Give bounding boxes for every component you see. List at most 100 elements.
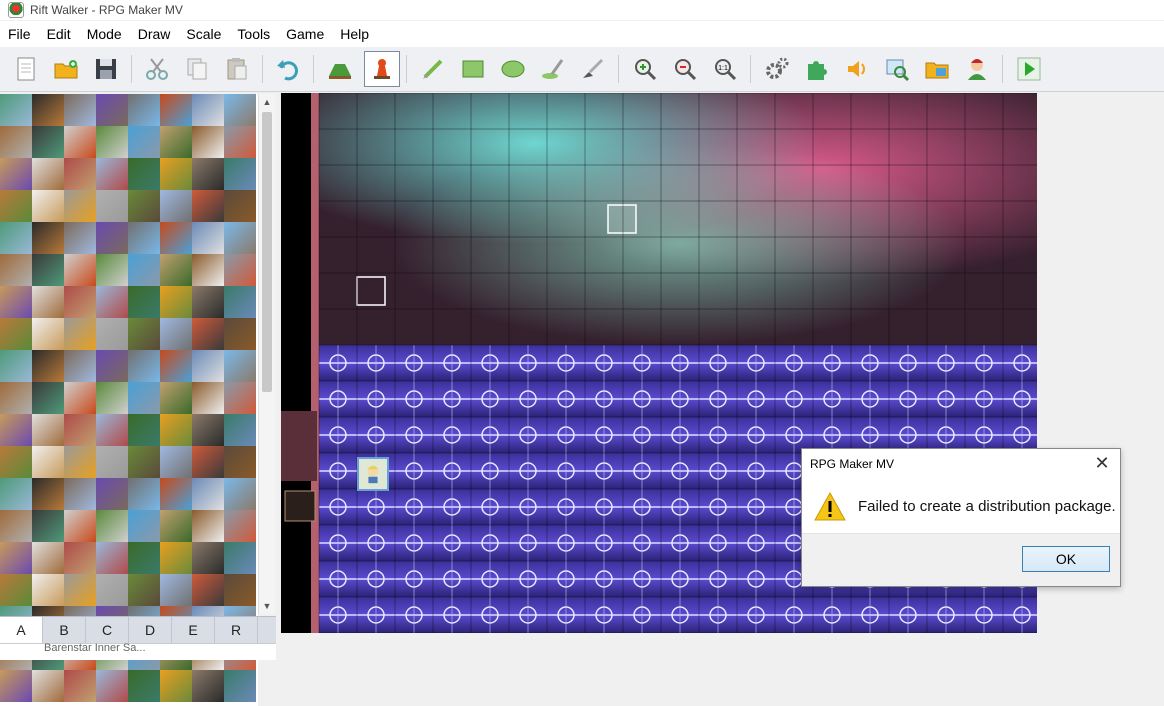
tile-swatch[interactable] bbox=[64, 542, 96, 574]
ellipse-button[interactable] bbox=[496, 52, 530, 86]
tile-swatch[interactable] bbox=[160, 542, 192, 574]
tile-swatch[interactable] bbox=[32, 94, 64, 126]
tile-swatch[interactable] bbox=[0, 286, 32, 318]
tile-swatch[interactable] bbox=[32, 286, 64, 318]
rectangle-button[interactable] bbox=[456, 52, 490, 86]
tile-swatch[interactable] bbox=[32, 510, 64, 542]
tile-swatch[interactable] bbox=[128, 574, 160, 606]
zoom-in-button[interactable] bbox=[628, 52, 662, 86]
tile-swatch[interactable] bbox=[96, 318, 128, 350]
tile-swatch[interactable] bbox=[0, 318, 32, 350]
close-icon[interactable]: ✕ bbox=[1092, 453, 1112, 474]
tab-e[interactable]: E bbox=[172, 617, 215, 643]
tile-swatch[interactable] bbox=[128, 254, 160, 286]
tab-r[interactable]: R bbox=[215, 617, 258, 643]
scroll-thumb[interactable] bbox=[262, 112, 272, 392]
tile-swatch[interactable] bbox=[32, 446, 64, 478]
tile-swatch[interactable] bbox=[96, 350, 128, 382]
menu-tools[interactable]: Tools bbox=[229, 21, 278, 47]
tile-swatch[interactable] bbox=[32, 414, 64, 446]
tile-swatch[interactable] bbox=[128, 126, 160, 158]
tile-swatch[interactable] bbox=[192, 190, 224, 222]
tile-swatch[interactable] bbox=[192, 318, 224, 350]
tile-swatch[interactable] bbox=[192, 510, 224, 542]
tile-swatch[interactable] bbox=[96, 94, 128, 126]
menu-edit[interactable]: Edit bbox=[39, 21, 79, 47]
tile-swatch[interactable] bbox=[224, 446, 256, 478]
tile-swatch[interactable] bbox=[128, 158, 160, 190]
tile-swatch[interactable] bbox=[160, 318, 192, 350]
tile-swatch[interactable] bbox=[224, 222, 256, 254]
open-project-button[interactable] bbox=[49, 52, 83, 86]
tile-swatch[interactable] bbox=[160, 190, 192, 222]
tile-swatch[interactable] bbox=[32, 318, 64, 350]
tile-swatch[interactable] bbox=[224, 382, 256, 414]
tile-swatch[interactable] bbox=[96, 478, 128, 510]
tile-swatch[interactable] bbox=[0, 542, 32, 574]
menu-file[interactable]: File bbox=[0, 21, 39, 47]
tile-swatch[interactable] bbox=[64, 574, 96, 606]
tile-swatch[interactable] bbox=[192, 446, 224, 478]
tile-swatch[interactable] bbox=[96, 574, 128, 606]
tile-swatch[interactable] bbox=[224, 126, 256, 158]
tile-swatch[interactable] bbox=[192, 670, 224, 702]
menu-game[interactable]: Game bbox=[278, 21, 332, 47]
tile-swatch[interactable] bbox=[64, 94, 96, 126]
tile-swatch[interactable] bbox=[64, 222, 96, 254]
tile-swatch[interactable] bbox=[192, 158, 224, 190]
cut-button[interactable] bbox=[140, 52, 174, 86]
map-mode-button[interactable] bbox=[323, 52, 357, 86]
tile-swatch[interactable] bbox=[0, 126, 32, 158]
tile-swatch[interactable] bbox=[128, 94, 160, 126]
tile-swatch[interactable] bbox=[128, 478, 160, 510]
tile-swatch[interactable] bbox=[224, 254, 256, 286]
shadow-pen-button[interactable] bbox=[576, 52, 610, 86]
tile-swatch[interactable] bbox=[160, 446, 192, 478]
tile-swatch[interactable] bbox=[32, 190, 64, 222]
tile-swatch[interactable] bbox=[160, 670, 192, 702]
tile-swatch[interactable] bbox=[32, 382, 64, 414]
tile-swatch[interactable] bbox=[96, 446, 128, 478]
tile-swatch[interactable] bbox=[64, 446, 96, 478]
copy-button[interactable] bbox=[180, 52, 214, 86]
tile-swatch[interactable] bbox=[224, 190, 256, 222]
tile-swatch[interactable] bbox=[160, 510, 192, 542]
tile-swatch[interactable] bbox=[160, 126, 192, 158]
tile-swatch[interactable] bbox=[192, 94, 224, 126]
tile-swatch[interactable] bbox=[192, 126, 224, 158]
tile-swatch[interactable] bbox=[0, 574, 32, 606]
tile-swatch[interactable] bbox=[64, 190, 96, 222]
tile-swatch[interactable] bbox=[224, 542, 256, 574]
tile-swatch[interactable] bbox=[224, 94, 256, 126]
map-tree-item[interactable]: Barenstar Inner Sa... bbox=[44, 642, 146, 654]
tile-swatch[interactable] bbox=[0, 190, 32, 222]
tile-swatch[interactable] bbox=[192, 350, 224, 382]
paste-button[interactable] bbox=[220, 52, 254, 86]
tile-swatch[interactable] bbox=[224, 158, 256, 190]
tileset-grid[interactable] bbox=[0, 94, 256, 702]
tile-swatch[interactable] bbox=[96, 286, 128, 318]
playtest-button[interactable] bbox=[1012, 52, 1046, 86]
zoom-actual-button[interactable]: 1:1 bbox=[708, 52, 742, 86]
tile-swatch[interactable] bbox=[0, 254, 32, 286]
tile-swatch[interactable] bbox=[32, 350, 64, 382]
menu-mode[interactable]: Mode bbox=[79, 21, 130, 47]
tile-swatch[interactable] bbox=[224, 478, 256, 510]
undo-button[interactable] bbox=[271, 52, 305, 86]
tile-swatch[interactable] bbox=[160, 254, 192, 286]
new-project-button[interactable] bbox=[9, 52, 43, 86]
tile-swatch[interactable] bbox=[192, 286, 224, 318]
tile-swatch[interactable] bbox=[160, 414, 192, 446]
tile-swatch[interactable] bbox=[96, 158, 128, 190]
tab-c[interactable]: C bbox=[86, 617, 129, 643]
tile-swatch[interactable] bbox=[224, 286, 256, 318]
tile-swatch[interactable] bbox=[64, 510, 96, 542]
tile-swatch[interactable] bbox=[128, 318, 160, 350]
tile-swatch[interactable] bbox=[128, 190, 160, 222]
tile-swatch[interactable] bbox=[160, 94, 192, 126]
tile-swatch[interactable] bbox=[224, 510, 256, 542]
tile-swatch[interactable] bbox=[128, 670, 160, 702]
scroll-up-icon[interactable]: ▲ bbox=[259, 94, 275, 110]
tile-swatch[interactable] bbox=[96, 126, 128, 158]
tile-swatch[interactable] bbox=[0, 158, 32, 190]
